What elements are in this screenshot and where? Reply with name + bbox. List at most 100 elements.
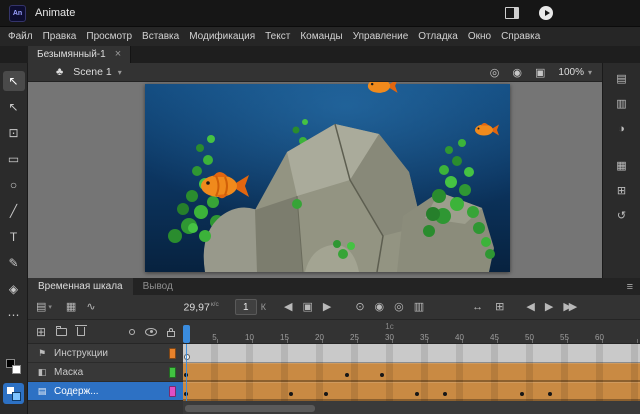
- frame-rate-unit: к/с: [210, 300, 219, 308]
- color-icon[interactable]: ◑: [611, 120, 633, 137]
- app-icon[interactable]: An: [9, 4, 26, 22]
- subselection-tool[interactable]: ↖: [3, 97, 25, 117]
- frames-area[interactable]: 5 10 15 20 25 30 35 40 45 50 55 60 1с: [183, 320, 640, 414]
- layer-color-swatch[interactable]: [169, 385, 176, 397]
- layer-frames-row[interactable]: [183, 344, 640, 363]
- close-tab-icon[interactable]: ×: [115, 49, 121, 60]
- visibility-toggle-icon[interactable]: [145, 327, 157, 336]
- selection-tool[interactable]: ↖: [2, 71, 25, 91]
- tab-output[interactable]: Вывод: [133, 278, 183, 295]
- layers-stack-icon[interactable]: ▤: [36, 301, 46, 313]
- stroke-fill-swatches[interactable]: [6, 359, 21, 374]
- menu-item-8[interactable]: Отладка: [418, 31, 458, 42]
- menu-item-1[interactable]: Правка: [43, 31, 77, 42]
- test-movie-button[interactable]: [539, 6, 553, 20]
- menu-item-5[interactable]: Текст: [265, 31, 290, 42]
- center-frame-icon[interactable]: ◎: [490, 66, 500, 79]
- new-layer-button[interactable]: ⊞: [36, 326, 46, 338]
- layer-row[interactable]: ⚑ Инструкции: [28, 344, 183, 363]
- paint-bucket-tool[interactable]: ◈: [3, 279, 25, 299]
- lock-toggle-icon[interactable]: [167, 327, 175, 337]
- onion-outlines-icon[interactable]: ◎: [394, 301, 404, 313]
- menu-item-0[interactable]: Файл: [8, 31, 33, 42]
- layer-frames-row[interactable]: [183, 363, 640, 382]
- frame-rate[interactable]: 29,97к/с: [184, 301, 219, 314]
- timeline-ruler[interactable]: 5 10 15 20 25 30 35 40 45 50 55 60 1с: [183, 320, 640, 344]
- ruler-number: 15: [280, 333, 289, 342]
- tab-timeline[interactable]: Временная шкала: [28, 278, 133, 295]
- outline-toggle-icon[interactable]: [129, 328, 135, 335]
- menu-item-10[interactable]: Справка: [501, 31, 540, 42]
- layer-row[interactable]: ▤ Содерж...: [28, 382, 183, 401]
- scene-name[interactable]: Scene 1: [73, 66, 112, 78]
- playhead-handle[interactable]: [183, 325, 190, 343]
- rectangle-tool[interactable]: ▭: [3, 149, 25, 169]
- ruler-number: 50: [525, 333, 534, 342]
- onion-skin-icon[interactable]: ◉: [375, 301, 385, 313]
- delete-layer-button[interactable]: [75, 325, 88, 336]
- menu-item-6[interactable]: Команды: [300, 31, 342, 42]
- keyframe-dot[interactable]: [415, 392, 419, 396]
- timeline-tab-bar: Временная шкала Вывод ≡: [28, 278, 640, 295]
- menu-item-7[interactable]: Управление: [353, 31, 409, 42]
- keyframe-dot[interactable]: [289, 392, 293, 396]
- workspace-switcher-icon[interactable]: [505, 7, 519, 19]
- stop-icon[interactable]: ▣: [302, 301, 312, 313]
- more-tools[interactable]: ⋯: [3, 305, 25, 325]
- properties-icon[interactable]: ▤: [611, 70, 633, 87]
- keyframe-dot[interactable]: [345, 373, 349, 377]
- keyframe-dot[interactable]: [443, 392, 447, 396]
- library-icon[interactable]: ▥: [611, 95, 633, 112]
- align-icon[interactable]: ⊞: [611, 182, 633, 199]
- horizontal-scrollbar[interactable]: [185, 405, 315, 412]
- ruler-number: 55: [560, 333, 569, 342]
- fill-color-swatch[interactable]: [12, 365, 21, 374]
- keyframe-dot[interactable]: [520, 392, 524, 396]
- history-icon[interactable]: ↺: [611, 207, 633, 224]
- swatches-panel-icon[interactable]: [3, 383, 24, 404]
- chevron-down-icon[interactable]: ▾: [118, 68, 122, 77]
- camera-icon[interactable]: ◉: [512, 66, 522, 79]
- document-tab[interactable]: Безымянный-1 ×: [28, 46, 132, 63]
- layer-row[interactable]: ◧ Маска: [28, 363, 183, 382]
- swatches-icon[interactable]: ▦: [611, 157, 633, 174]
- layer-color-swatch[interactable]: [169, 347, 176, 359]
- free-transform-tool[interactable]: ⊡: [3, 123, 25, 143]
- layer-frames-row[interactable]: [183, 382, 640, 401]
- keyframe-dot[interactable]: [380, 373, 384, 377]
- transport-forward-button[interactable]: ▶▶: [563, 301, 577, 313]
- zoom-select[interactable]: 100% ▾: [558, 67, 592, 78]
- menu-item-3[interactable]: Вставка: [142, 31, 179, 42]
- menu-item-4[interactable]: Модификация: [189, 31, 255, 42]
- motion-editor-icon[interactable]: ∿: [86, 301, 95, 313]
- document-tab-bar: Безымянный-1 ×: [0, 46, 640, 63]
- line-tool[interactable]: ╱: [3, 201, 25, 221]
- panel-menu-icon[interactable]: ≡: [627, 281, 633, 293]
- transport-play-button[interactable]: ▶: [545, 301, 553, 313]
- timeline-zoom-icon[interactable]: ⊞: [495, 301, 504, 313]
- transport-back-button[interactable]: ◀: [526, 301, 534, 313]
- keyframe-dot[interactable]: [324, 392, 328, 396]
- oval-tool[interactable]: ○: [3, 175, 25, 195]
- step-forward-icon[interactable]: ▶: [323, 301, 331, 313]
- menu-item-9[interactable]: Окно: [468, 31, 491, 42]
- frames-view-icon[interactable]: ▦: [66, 301, 76, 313]
- layer-color-swatch[interactable]: [169, 366, 176, 378]
- fit-timeline-icon[interactable]: ↔: [472, 301, 483, 313]
- keyframe-dot[interactable]: [548, 392, 552, 396]
- text-tool[interactable]: T: [3, 227, 25, 247]
- empty-keyframe-dot[interactable]: [184, 354, 190, 360]
- menu-item-2[interactable]: Просмотр: [86, 31, 132, 42]
- insert-keyframe-icon[interactable]: ⊙: [355, 301, 364, 313]
- current-frame-input[interactable]: 1: [234, 299, 257, 315]
- step-back-icon[interactable]: ◀: [284, 301, 292, 313]
- clip-content-icon[interactable]: ▣: [535, 66, 545, 79]
- play-icon: [544, 10, 550, 16]
- pencil-tool[interactable]: ✎: [3, 253, 25, 273]
- new-folder-button[interactable]: [56, 325, 68, 336]
- stage-canvas[interactable]: [145, 82, 510, 273]
- pasteboard[interactable]: [28, 82, 602, 278]
- layer-list: ⚑ Инструкции ◧ Маска ▤ Содерж...: [28, 344, 183, 401]
- edit-multiple-frames-icon[interactable]: ▥: [414, 301, 424, 313]
- right-rail-icons: ▤ ▥ ◑ ▦ ⊞ ↺: [602, 63, 640, 278]
